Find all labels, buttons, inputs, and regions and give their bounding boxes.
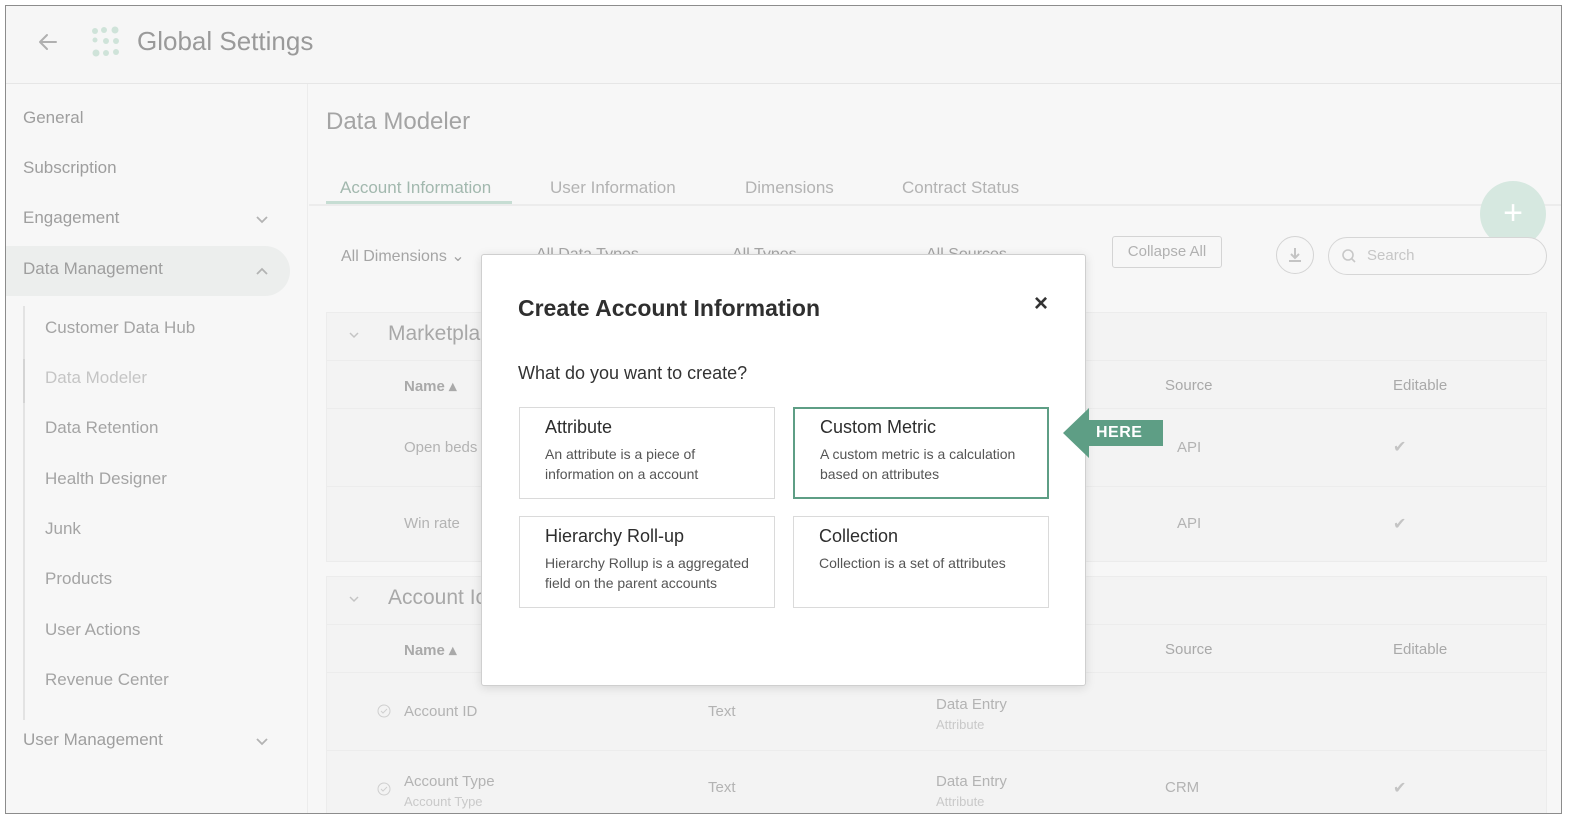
table-cell-name[interactable]: Account ID bbox=[404, 703, 477, 720]
tab-dimensions[interactable]: Dimensions bbox=[745, 178, 834, 198]
active-tab-underline bbox=[326, 201, 512, 204]
download-button[interactable] bbox=[1276, 236, 1314, 274]
collapse-all-button[interactable]: Collapse All bbox=[1112, 236, 1222, 268]
column-header-label: Name bbox=[404, 642, 445, 659]
option-description: Hierarchy Rollup is a aggregated field o… bbox=[545, 555, 749, 591]
option-description: Collection is a set of attributes bbox=[819, 555, 1006, 571]
section-title: Account Ic bbox=[388, 586, 487, 609]
column-header-editable[interactable]: Editable bbox=[1393, 377, 1447, 394]
filter-dimensions-label: All Dimensions bbox=[341, 248, 447, 265]
section-title: Marketpla bbox=[388, 322, 481, 345]
sidebar-subitem-customer-data-hub[interactable]: Customer Data Hub bbox=[45, 318, 195, 338]
divider bbox=[326, 750, 1547, 751]
option-title: Hierarchy Roll-up bbox=[545, 526, 685, 546]
modal-title: Create Account Information bbox=[518, 295, 821, 321]
table-cell-name-sub: Account Type bbox=[404, 794, 483, 809]
sidebar-subitem-data-modeler[interactable]: Data Modeler bbox=[45, 368, 147, 388]
chevron-down-icon[interactable] bbox=[254, 734, 270, 750]
column-header-editable[interactable]: Editable bbox=[1393, 641, 1447, 658]
sidebar-item-data-management[interactable]: Data Management bbox=[23, 259, 163, 279]
tab-user-information[interactable]: User Information bbox=[550, 178, 676, 198]
table-cell-type: Text bbox=[708, 779, 736, 796]
top-header: Global Settings bbox=[6, 6, 1561, 84]
sidebar-item-engagement[interactable]: Engagement bbox=[23, 208, 119, 228]
option-title: Custom Metric bbox=[820, 417, 937, 437]
chevron-up-icon[interactable] bbox=[254, 263, 270, 279]
table-cell-source: API bbox=[1177, 515, 1202, 532]
column-header-name[interactable]: Name ▴ bbox=[404, 641, 457, 659]
option-attribute[interactable]: Attribute An attribute is a piece of inf… bbox=[519, 407, 775, 499]
check-icon: ✔ bbox=[1393, 780, 1407, 797]
sidebar-item-general[interactable]: General bbox=[23, 108, 83, 128]
sidebar-item-subscription[interactable]: Subscription bbox=[23, 158, 117, 178]
check-icon: ✔ bbox=[1393, 516, 1407, 533]
filter-dimensions[interactable]: All Dimensions ⌄ bbox=[341, 246, 465, 266]
chevron-down-icon[interactable] bbox=[347, 328, 361, 342]
option-custom-metric[interactable]: Custom Metric A custom metric is a calcu… bbox=[793, 407, 1049, 499]
app-title: Global Settings bbox=[137, 26, 314, 56]
chevron-down-icon[interactable] bbox=[347, 592, 361, 606]
column-header-name[interactable]: Name ▴ bbox=[404, 377, 457, 395]
dots-logo-icon bbox=[92, 26, 119, 57]
chevron-down-icon: ⌄ bbox=[451, 248, 465, 265]
table-cell-name[interactable]: Open beds bbox=[404, 439, 477, 456]
option-description: An attribute is a piece of information o… bbox=[545, 446, 699, 482]
sidebar-subitem-data-retention[interactable]: Data Retention bbox=[45, 418, 158, 438]
search-icon bbox=[1342, 249, 1356, 263]
sidebar-subitem-revenue-center[interactable]: Revenue Center bbox=[45, 670, 169, 690]
sidebar: General Subscription Engagement Data Man… bbox=[6, 84, 308, 813]
sidebar-item-user-management[interactable]: User Management bbox=[23, 730, 163, 750]
here-callout-label: HERE bbox=[1096, 424, 1143, 441]
check-icon: ✔ bbox=[1393, 439, 1407, 456]
tab-contract-status[interactable]: Contract Status bbox=[902, 178, 1019, 198]
chevron-down-icon[interactable] bbox=[254, 212, 270, 228]
table-cell-data: Data Entry bbox=[936, 773, 1007, 790]
table-cell-data-sub: Attribute bbox=[936, 717, 985, 732]
check-circle-icon bbox=[377, 782, 391, 796]
close-icon[interactable]: × bbox=[1030, 292, 1052, 316]
modal-question: What do you want to create? bbox=[518, 363, 748, 383]
column-header-source[interactable]: Source bbox=[1165, 377, 1213, 394]
sidebar-subitem-user-actions[interactable]: User Actions bbox=[45, 620, 140, 640]
table-cell-data: Data Entry bbox=[936, 696, 1007, 713]
table-cell-name[interactable]: Win rate bbox=[404, 515, 460, 532]
search-input[interactable]: Search bbox=[1328, 237, 1547, 275]
check-circle-icon bbox=[377, 704, 391, 718]
table-cell-data-sub: Attribute bbox=[936, 794, 985, 809]
column-header-label: Name bbox=[404, 378, 445, 395]
option-title: Attribute bbox=[545, 417, 613, 437]
page-title: Data Modeler bbox=[326, 108, 471, 135]
option-collection[interactable]: Collection Collection is a set of attrib… bbox=[793, 516, 1049, 608]
column-header-source[interactable]: Source bbox=[1165, 641, 1213, 658]
back-arrow-icon[interactable] bbox=[36, 30, 60, 54]
table-cell-name[interactable]: Account Type bbox=[404, 773, 495, 790]
option-hierarchy-roll-up[interactable]: Hierarchy Roll-up Hierarchy Rollup is a … bbox=[519, 516, 775, 608]
option-description: A custom metric is a calculation based o… bbox=[820, 446, 1016, 482]
tab-account-information[interactable]: Account Information bbox=[340, 178, 491, 198]
create-account-information-modal: Create Account Information × What do you… bbox=[481, 254, 1086, 686]
download-icon bbox=[1289, 248, 1301, 262]
sidebar-subitem-junk[interactable]: Junk bbox=[45, 519, 81, 539]
table-cell-type: Text bbox=[708, 703, 736, 720]
option-title: Collection bbox=[819, 526, 899, 546]
table-cell-source: CRM bbox=[1165, 779, 1200, 796]
search-placeholder: Search bbox=[1367, 247, 1415, 264]
table-cell-source: API bbox=[1177, 439, 1202, 456]
submenu-active-marker bbox=[23, 359, 25, 403]
sidebar-subitem-health-designer[interactable]: Health Designer bbox=[45, 469, 167, 489]
sidebar-subitem-products[interactable]: Products bbox=[45, 569, 112, 589]
